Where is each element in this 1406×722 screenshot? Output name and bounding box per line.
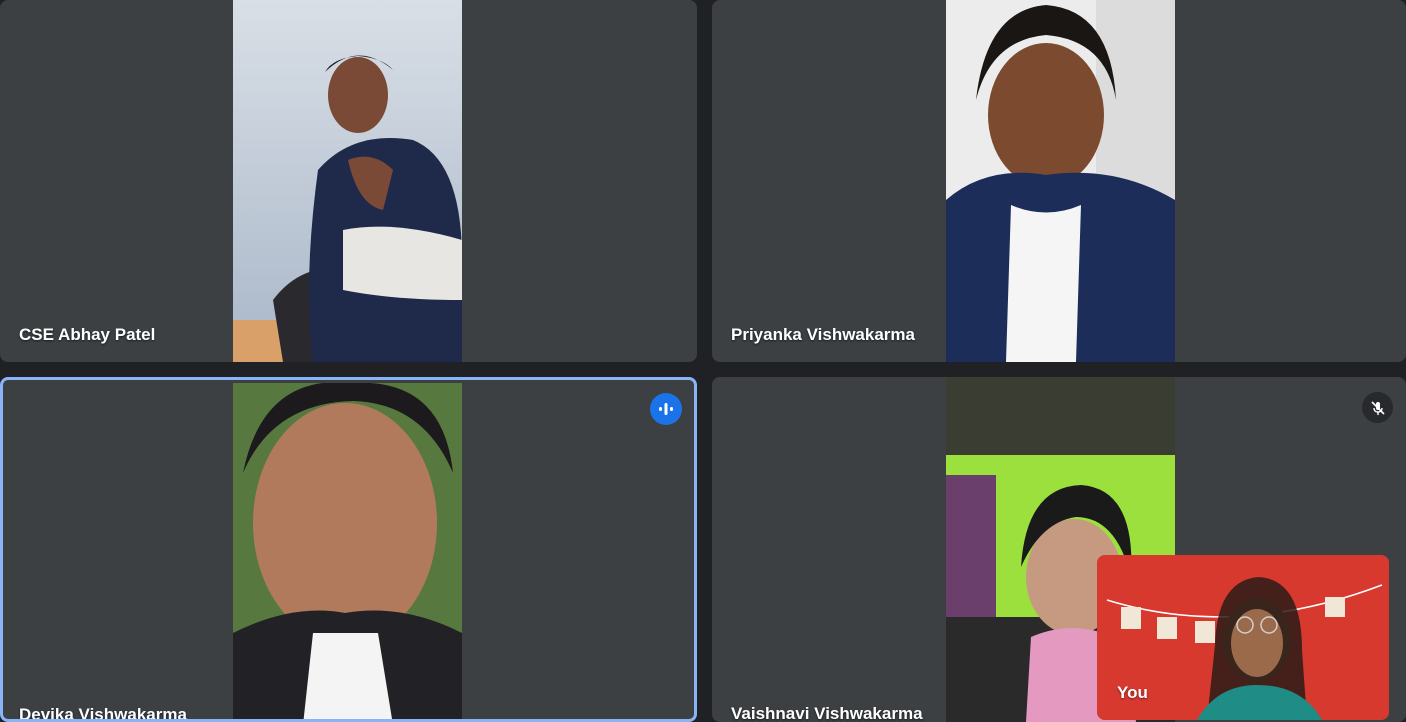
participant-tile[interactable]: Priyanka Vishwakarma bbox=[712, 0, 1406, 362]
participant-video bbox=[233, 383, 462, 719]
participant-name: Priyanka Vishwakarma bbox=[731, 325, 915, 344]
audio-level-icon bbox=[650, 393, 682, 425]
participant-tile[interactable]: CSE Abhay Patel bbox=[0, 0, 697, 362]
mic-off-icon bbox=[1362, 392, 1393, 423]
self-view-tile[interactable]: You bbox=[1097, 555, 1389, 720]
participant-video bbox=[946, 0, 1175, 362]
participant-name: CSE Abhay Patel bbox=[19, 325, 156, 344]
meeting-grid: CSE Abhay Patel Priyanka Vishwakarma Dev… bbox=[0, 0, 1406, 722]
participant-tile-active-speaker[interactable]: Devika Vishwakarma bbox=[0, 377, 697, 722]
participant-name: Vaishnavi Vishwakarma bbox=[731, 704, 923, 722]
self-view-label: You bbox=[1117, 683, 1148, 702]
participant-name: Devika Vishwakarma bbox=[19, 705, 187, 722]
participant-video bbox=[233, 0, 462, 362]
